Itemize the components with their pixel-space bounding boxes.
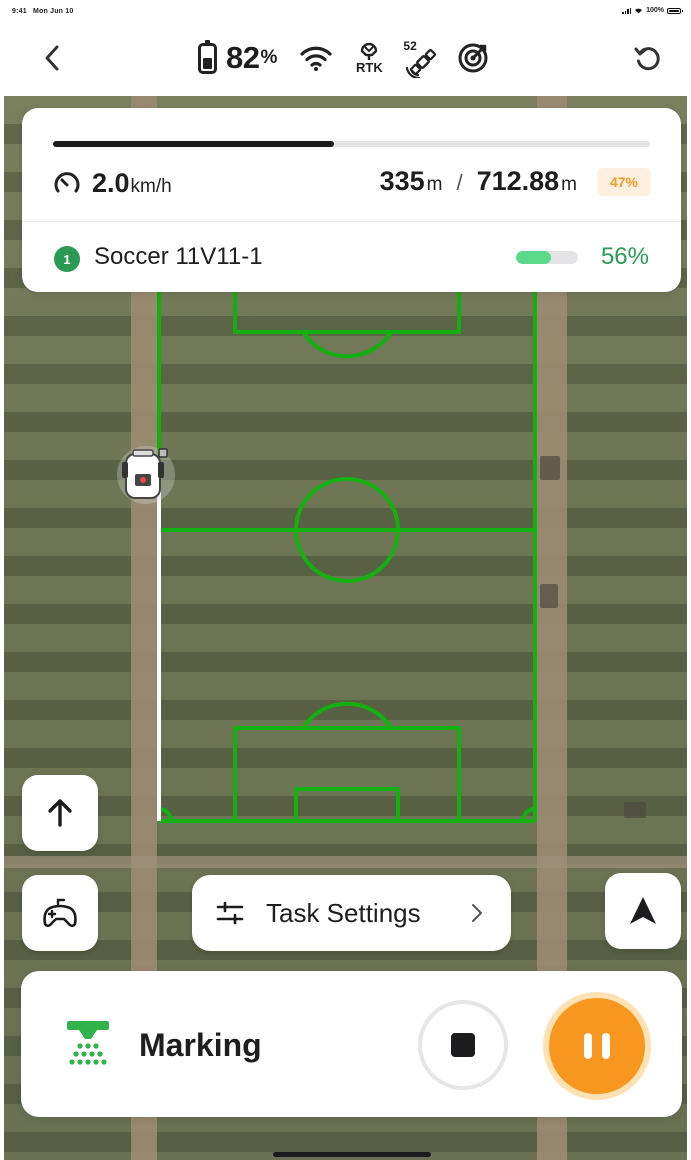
device-status-group: 82 % RTK 52	[198, 36, 489, 80]
task-progress-bar	[516, 251, 578, 264]
stop-icon	[451, 1033, 475, 1057]
task-settings-label: Task Settings	[266, 897, 421, 928]
task-settings-button[interactable]: Task Settings	[192, 875, 511, 951]
spray-marking-icon	[67, 1021, 109, 1065]
satellite-status: 52	[403, 38, 441, 78]
overall-progress-bar	[53, 141, 650, 147]
task-index-badge: 1	[54, 246, 80, 272]
top-toolbar: 82 % RTK 52	[0, 22, 691, 96]
progress-percent-badge: 47%	[597, 167, 651, 196]
distance-separator: /	[456, 170, 463, 195]
target-icon[interactable]	[457, 42, 489, 74]
clock-date: Mon Jun 10	[32, 8, 74, 15]
direction-up-button[interactable]	[22, 775, 98, 851]
gamepad-icon	[43, 898, 77, 928]
cellular-signal-icon	[622, 7, 632, 14]
rtk-status: RTK	[351, 42, 387, 75]
robot-marker[interactable]	[117, 446, 175, 504]
speed-readout: 2.0km/h	[92, 168, 172, 199]
chevron-right-icon	[472, 904, 482, 922]
status-time: 9:41 Mon Jun 10	[12, 8, 73, 15]
back-button[interactable]	[34, 40, 70, 76]
refresh-icon	[634, 47, 660, 71]
wifi-small-icon	[635, 8, 643, 14]
stop-button[interactable]	[418, 1000, 508, 1090]
field-top-penalty-arc	[301, 330, 393, 359]
distance-readout: 335 m / 712.88 m 47%	[380, 166, 651, 197]
card-divider	[22, 221, 681, 222]
overall-progress-fill	[53, 141, 334, 147]
remote-control-button[interactable]	[22, 875, 98, 951]
clock-time: 9:41	[12, 8, 27, 15]
distance-total-unit: m	[561, 174, 577, 195]
work-mode-panel: Marking	[21, 971, 682, 1117]
rtk-label: RTK	[356, 59, 383, 75]
sliders-icon	[216, 901, 244, 925]
distance-done-unit: m	[426, 174, 443, 195]
distance-done-value: 335	[379, 166, 425, 196]
speedometer-icon	[54, 172, 80, 193]
status-bar: 9:41 Mon Jun 10 100%	[0, 0, 691, 22]
arrow-up-icon	[48, 799, 72, 827]
refresh-button[interactable]	[629, 40, 667, 78]
field-top-penalty-box	[233, 291, 461, 334]
home-indicator	[273, 1152, 431, 1157]
wifi-icon	[299, 44, 333, 72]
satellite-count: 52	[403, 39, 417, 53]
navigation-arrow-icon	[630, 897, 656, 924]
progress-card: 2.0km/h 335 m / 712.88 m 47% 1 Soccer 11…	[22, 108, 681, 292]
robot-icon	[122, 448, 168, 499]
task-percent: 56%	[600, 243, 649, 270]
chevron-left-icon	[45, 45, 59, 71]
field-bottom-goal-area	[294, 787, 400, 823]
battery-icon	[198, 39, 217, 74]
status-indicators: 100%	[622, 7, 683, 14]
task-name[interactable]: Soccer 11V11-1	[94, 243, 263, 271]
work-mode-label: Marking	[139, 1027, 262, 1063]
battery-percent-text: 100%	[646, 7, 664, 14]
field-bottom-penalty-box	[233, 726, 461, 823]
battery-small-icon	[667, 7, 683, 14]
field-bottom-penalty-arc	[301, 701, 393, 730]
battery-level-value: 82	[226, 40, 260, 75]
task-progress-fill	[516, 251, 551, 264]
navigation-button[interactable]	[605, 873, 681, 949]
battery-level-unit: %	[260, 47, 278, 68]
speed-value: 2.0	[92, 168, 130, 198]
speed-unit: km/h	[130, 176, 172, 197]
distance-total-value: 712.88	[476, 166, 560, 196]
pause-icon	[549, 998, 645, 1094]
pause-button[interactable]	[543, 992, 651, 1100]
